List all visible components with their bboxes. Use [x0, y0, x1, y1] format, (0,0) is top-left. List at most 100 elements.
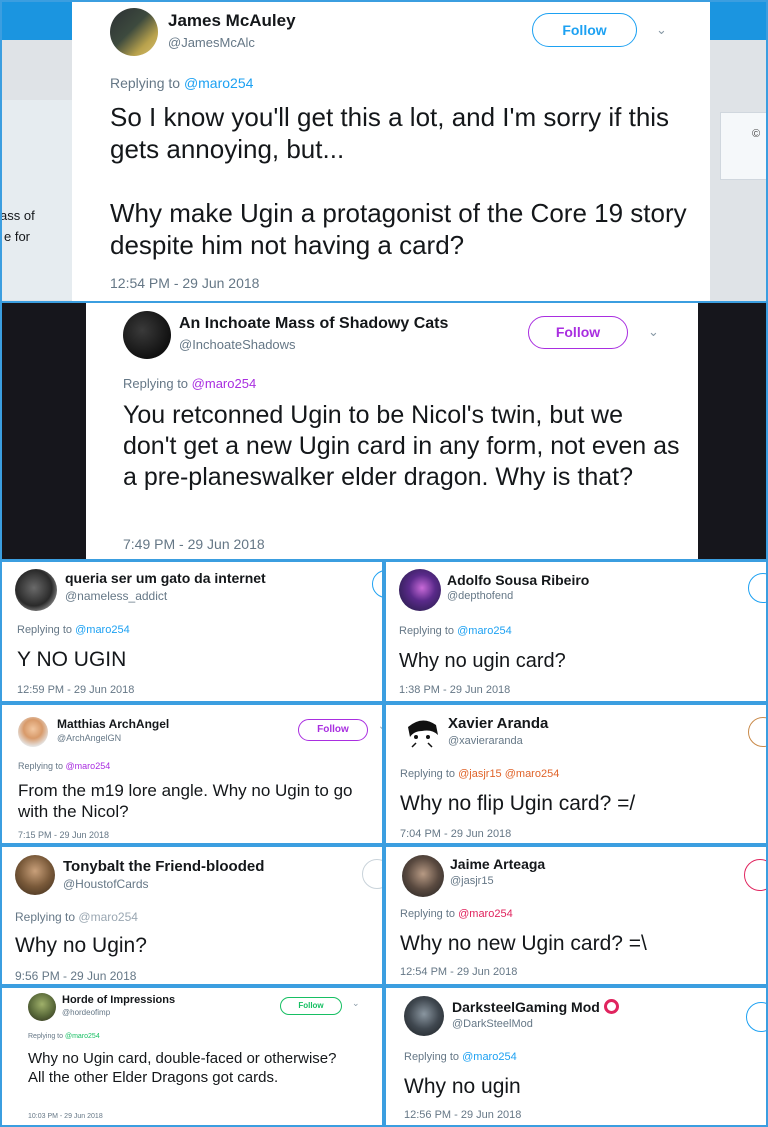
background-text-fragment: e for: [4, 229, 31, 244]
replying-to-label: Replying to: [18, 761, 64, 771]
tweet-screenshot-2: An Inchoate Mass of Shadowy Cats @Inchoa…: [0, 302, 768, 560]
replying-to-label: Replying to: [28, 1033, 64, 1040]
reply-handle-link[interactable]: @maro254: [66, 761, 111, 771]
tweet-timestamp[interactable]: 12:56 PM - 29 Jun 2018: [404, 1109, 521, 1121]
tweet-card: An Inchoate Mass of Shadowy Cats @Inchoa…: [86, 302, 698, 560]
tweet-timestamp[interactable]: 10:03 PM - 29 Jun 2018: [28, 1113, 103, 1120]
follow-button-cutoff[interactable]: [744, 859, 766, 891]
avatar[interactable]: [404, 996, 444, 1036]
avatar[interactable]: [402, 855, 444, 897]
user-handle[interactable]: @ArchAngelGN: [57, 733, 121, 743]
reply-handle-link[interactable]: @jasjr15 @maro254: [458, 768, 559, 780]
reply-handle-link[interactable]: @maro254: [192, 376, 257, 391]
avatar[interactable]: [28, 993, 56, 1021]
follow-button-cutoff[interactable]: [748, 573, 766, 603]
background-text-fragment: ©: [752, 128, 761, 140]
tweet-timestamp[interactable]: 7:04 PM - 29 Jun 2018: [400, 828, 511, 840]
tweet-cell: Horde of Impressions @hordeofimp Follow …: [0, 986, 384, 1127]
user-handle[interactable]: @JamesMcAlc: [168, 35, 255, 50]
avatar[interactable]: [399, 569, 441, 611]
user-handle[interactable]: @HoustofCards: [63, 877, 149, 891]
display-name-row: DarksteelGaming Mod: [452, 999, 619, 1015]
tweet-text: You retconned Ugin to be Nicol's twin, b…: [123, 401, 680, 491]
avatar[interactable]: [110, 8, 158, 56]
tweet-timestamp[interactable]: 12:54 PM - 29 Jun 2018: [110, 275, 259, 291]
display-name[interactable]: An Inchoate Mass of Shadowy Cats: [179, 315, 448, 333]
replying-to-line: Replying to @maro254: [15, 910, 138, 924]
reply-handle-link[interactable]: @maro254: [457, 625, 512, 637]
background-card: [0, 100, 72, 300]
follow-button[interactable]: Follow: [280, 997, 342, 1015]
user-handle[interactable]: @InchoateShadows: [179, 337, 296, 352]
tweet-timestamp[interactable]: 12:59 PM - 29 Jun 2018: [17, 684, 134, 696]
display-name[interactable]: Jaime Arteaga: [450, 856, 545, 872]
replying-to-label: Replying to: [17, 624, 73, 636]
replying-to-line: Replying to @maro254: [400, 908, 513, 920]
follow-button-cutoff[interactable]: [372, 570, 382, 598]
red-circle-emoji-icon: [603, 999, 619, 1014]
avatar[interactable]: [18, 717, 48, 747]
tweet-timestamp[interactable]: 7:15 PM - 29 Jun 2018: [18, 830, 109, 840]
chevron-down-icon[interactable]: ⌄: [656, 22, 667, 38]
chevron-down-icon[interactable]: ⌄: [648, 324, 659, 340]
follow-button[interactable]: Follow: [532, 13, 637, 47]
display-name[interactable]: Xavier Aranda: [448, 715, 548, 732]
avatar[interactable]: [123, 311, 171, 359]
tweet-text: Why no Ugin card, double-faced or otherw…: [28, 1050, 337, 1086]
display-name[interactable]: James McAuley: [168, 11, 296, 31]
follow-button[interactable]: Follow: [298, 719, 368, 741]
replying-to-label: Replying to: [404, 1051, 460, 1063]
reply-handle-link[interactable]: @maro254: [458, 908, 513, 920]
reply-handle-link[interactable]: @maro254: [65, 1033, 100, 1040]
follow-button-cutoff[interactable]: [748, 717, 766, 747]
replying-to-line: Replying to @jasjr15 @maro254: [400, 768, 559, 780]
tweet-timestamp[interactable]: 1:38 PM - 29 Jun 2018: [399, 684, 510, 696]
tweet-text: So I know you'll get this a lot, and I'm…: [110, 102, 687, 260]
tweet-cell: Jaime Arteaga @jasjr15 Replying to @maro…: [384, 845, 768, 986]
background-card-right: [720, 112, 768, 180]
replying-to-line: Replying to @maro254: [399, 625, 512, 637]
reply-handle-link[interactable]: @maro254: [78, 910, 138, 924]
replying-to-line: Replying to @maro254: [123, 376, 256, 391]
tweet-cell: Xavier Aranda @xavieraranda Replying to …: [384, 703, 768, 845]
avatar[interactable]: [15, 855, 55, 895]
user-handle[interactable]: @jasjr15: [450, 875, 494, 887]
user-handle[interactable]: @xavieraranda: [448, 735, 523, 747]
reply-handle-link[interactable]: @maro254: [184, 75, 253, 91]
avatar[interactable]: [15, 569, 57, 611]
user-handle[interactable]: @DarkSteelMod: [452, 1018, 533, 1030]
replying-to-label: Replying to: [15, 910, 76, 924]
replying-to-line: Replying to @maro254: [110, 75, 253, 91]
avatar[interactable]: [402, 713, 442, 753]
display-name[interactable]: Adolfo Sousa Ribeiro: [447, 572, 589, 588]
user-handle[interactable]: @depthofend: [447, 590, 513, 602]
tweet-cell: Adolfo Sousa Ribeiro @depthofend Replyin…: [384, 560, 768, 703]
reply-handle-link[interactable]: @maro254: [462, 1051, 517, 1063]
follow-button-cutoff[interactable]: [362, 859, 382, 889]
tweet-card: James McAuley @JamesMcAlc Follow ⌄ Reply…: [72, 0, 710, 302]
follow-button[interactable]: Follow: [528, 316, 628, 349]
panel-divider: [0, 301, 768, 303]
display-name[interactable]: DarksteelGaming Mod: [452, 999, 600, 1015]
display-name[interactable]: Horde of Impressions: [62, 994, 175, 1006]
tweet-timestamp[interactable]: 7:49 PM - 29 Jun 2018: [123, 536, 265, 552]
replying-to-label: Replying to: [400, 908, 456, 920]
display-name[interactable]: Tonybalt the Friend-blooded: [63, 858, 264, 875]
user-handle[interactable]: @hordeofimp: [62, 1008, 110, 1017]
tweet-timestamp[interactable]: 9:56 PM - 29 Jun 2018: [15, 969, 136, 983]
replying-to-line: Replying to @maro254: [18, 761, 110, 771]
background-text-fragment: ass of: [0, 208, 35, 223]
user-handle[interactable]: @nameless_addict: [65, 589, 167, 603]
replying-to-label: Replying to: [400, 768, 456, 780]
follow-button-cutoff[interactable]: [746, 1002, 766, 1032]
replying-to-label: Replying to: [110, 75, 181, 91]
replying-to-label: Replying to: [399, 625, 455, 637]
display-name[interactable]: queria ser um gato da internet: [65, 570, 266, 586]
tweet-cell: queria ser um gato da internet @nameless…: [0, 560, 384, 703]
chevron-down-icon[interactable]: ⌄: [352, 998, 360, 1009]
tweet-timestamp[interactable]: 12:54 PM - 29 Jun 2018: [400, 966, 517, 978]
replying-to-line: Replying to @maro254: [404, 1051, 517, 1063]
display-name[interactable]: Matthias ArchAngel: [57, 717, 169, 731]
reply-handle-link[interactable]: @maro254: [75, 624, 130, 636]
tweet-text: Why no flip Ugin card? =/: [400, 792, 636, 815]
